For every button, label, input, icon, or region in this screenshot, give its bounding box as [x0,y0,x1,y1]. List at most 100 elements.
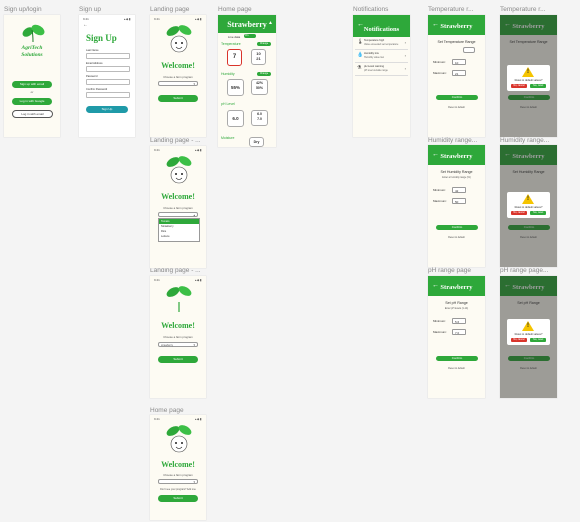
home-screen: Strawberry ▲ Live data On Temperature Ch… [218,15,276,147]
page-title: Strawberry [440,284,473,291]
back-arrow-icon[interactable]: ← [83,22,88,28]
ph-value-card: 6.0 [227,110,244,127]
status-bar: 9:41 ▴◆▮ [154,278,202,282]
min-input[interactable]: 5.6 [452,318,466,324]
last-name-field[interactable] [86,53,130,59]
leaf-logo-icon [22,24,45,43]
frame-label-home-2: Home page [150,407,184,414]
submit-button[interactable]: Submit [158,495,198,502]
notification-item[interactable]: 💧 Humidity low Humidity value low › [355,50,408,63]
max-label: Maximum: [433,330,447,334]
section-heading: Set Temperature Range [437,40,476,44]
choose-program-label: Choose a farm program [163,473,193,477]
unit-toggle[interactable] [463,47,475,53]
dialog-cancel-button[interactable]: No, cancel [511,211,527,215]
submit-button[interactable]: Submit [158,95,198,102]
program-dropdown-menu: Tomato Strawberry Rice Lettuce [158,218,200,242]
confirm-button[interactable]: Confirm [436,225,478,230]
max-input[interactable]: 7.0 [452,329,466,335]
humidity-reset-dialog-screen: ← Strawberry Set Humidity Range Confirm … [500,145,557,267]
bell-icon[interactable]: ▲ [268,20,273,26]
confirm-button[interactable]: Confirm [436,95,478,100]
welcome-heading: Welcome! [161,321,195,330]
temperature-value-card: 7 [227,49,242,66]
header-bar: Strawberry ▲ [218,15,276,33]
section-heading: Set pH Range [445,301,468,305]
password-field[interactable] [86,79,130,85]
signup-email-button[interactable]: Sign up with email [12,81,52,88]
program-select[interactable]: ▾ [158,479,198,484]
notification-item[interactable]: 🌡 Temperature high Value exceeded set te… [355,37,408,50]
plant-mascot-icon [166,25,192,53]
welcome-heading: Welcome! [161,460,195,469]
signup-screen: 9:41 ▴◆▮ ← Sign Up Last Name Email Addres… [79,15,135,137]
live-data-label: Live data [228,35,241,39]
temperature-range-card: 10 21 [251,49,266,65]
landing-screen-4: 9:41 ▴◆▮ Welcome! Choose a farm program ▾… [150,415,206,520]
chevron-right-icon: › [404,40,406,45]
reset-link[interactable]: Reset to default [428,236,485,239]
page-title: Strawberry [440,153,473,160]
change-label: Change [259,42,269,45]
reset-dialog: ! Reset to default values? No, cancel Ye… [507,65,550,91]
landing-screen-1: 9:41 ▴◆▮ Welcome! Choose a farm program ▾… [150,15,206,137]
ph-label: pH Level [221,102,235,106]
header-bar: ← Strawberry [428,276,485,296]
login-email-button[interactable]: Log in with email [12,110,53,118]
frame-label-temp-dialog: Temperature r... [500,6,546,13]
signup-submit-button[interactable]: Sign Up [86,106,128,113]
confirm-password-field[interactable] [86,92,130,98]
reset-link[interactable]: Reset to default [428,106,485,109]
page-title: Notifications [363,26,400,33]
landing-screen-2-dropdown: 9:41 ▴◆▮ Welcome! Choose a farm program ▴… [150,146,206,268]
notifications-screen: ← Notifications 🌡 Temperature high Value… [353,15,410,137]
min-input[interactable]: 42 [452,187,466,193]
min-label: Minimum: [433,319,447,323]
header-bar: ← Strawberry [428,145,485,165]
section-heading: Set Humidity Range [440,170,473,174]
moisture-value-card: Dry [249,137,264,147]
min-input[interactable]: 10 [452,59,466,65]
dialog-cancel-button[interactable]: No, cancel [511,338,527,342]
chevron-down-icon: ▾ [193,343,195,347]
dialog-confirm-button[interactable]: Yes, reset [530,338,546,342]
plant-mascot-icon [166,156,192,184]
dialog-confirm-button[interactable]: Yes, reset [530,211,546,215]
welcome-heading: Welcome! [161,192,195,201]
frame-label-home: Home page [218,6,252,13]
program-select[interactable]: ▾ [158,81,198,86]
notification-item[interactable]: ⚗ pH Level warning pH level outside rang… [355,63,408,76]
login-google-button[interactable]: Log in with Google [12,98,52,105]
live-toggle-label: On [245,34,249,37]
min-label: Minimum: [433,60,447,64]
program-select[interactable]: ▴ [158,212,198,217]
plant-mascot-icon [166,286,192,312]
max-input[interactable]: 21 [452,70,466,76]
program-select[interactable]: strawberry ▾ [158,342,198,347]
dialog-cancel-button[interactable]: No, cancel [511,84,527,88]
email-field[interactable] [86,66,130,72]
max-input[interactable]: 50 [452,198,466,204]
temperature-reset-dialog-screen: ← Strawberry Set Temperature Range Confi… [500,15,557,137]
password-label: Password [86,75,98,78]
reset-dialog: ! Reset to default values? No, cancel Ye… [507,192,550,218]
reset-dialog: ! Reset to default values? No, cancel Ye… [507,319,550,345]
chevron-down-icon: ▾ [193,82,195,86]
chevron-right-icon: › [404,66,406,71]
ph-range-card: 6.0 7.0 [251,110,268,126]
header-bar: ← Notifications [353,15,410,37]
reset-link[interactable]: Reset to default [428,367,485,370]
confirm-button[interactable]: Confirm [436,356,478,361]
dropdown-option[interactable]: Lettuce [159,234,199,239]
status-bar: 9:41 ▴◆▮ [154,17,202,21]
min-label: Minimum: [433,188,447,192]
section-subtitle: Enter a humidity range (%) [442,176,471,179]
dialog-question: Reset to default values? [514,333,543,336]
max-label: Maximum: [433,71,447,75]
ph-range-screen: ← Strawberry Set pH Range Enter pH level… [428,276,485,398]
change-label: Change [259,72,269,75]
dialog-confirm-button[interactable]: Yes, reset [530,84,546,88]
frame-label-landing-2: Landing page - ... [150,137,201,144]
add-program-note[interactable]: Don't see your program? Add one [150,488,206,491]
submit-button[interactable]: Submit [158,356,198,363]
